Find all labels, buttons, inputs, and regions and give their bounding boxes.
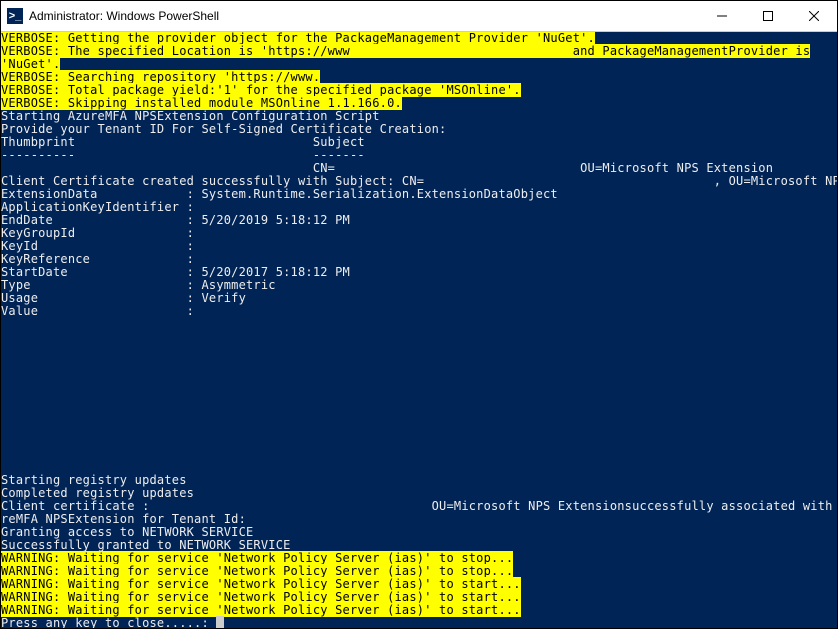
warning-line: WARNING: Waiting for service 'Network Po… bbox=[1, 603, 521, 617]
blank-line bbox=[1, 395, 8, 409]
blank-line bbox=[1, 434, 8, 448]
property-line: EndDate : 5/20/2019 5:18:12 PM bbox=[1, 213, 350, 227]
output-line: Thumbprint Subject bbox=[1, 135, 365, 149]
close-button[interactable] bbox=[791, 1, 837, 31]
blank-line bbox=[1, 421, 8, 435]
warning-line: WARNING: Waiting for service 'Network Po… bbox=[1, 577, 521, 591]
output-line: Client Certificate created successfully … bbox=[1, 174, 837, 188]
output-line: Client certificate : OU=Microsoft NPS Ex… bbox=[1, 499, 837, 513]
output-line: Starting registry updates bbox=[1, 473, 187, 487]
minimize-icon bbox=[717, 11, 727, 21]
blank-line bbox=[1, 317, 8, 331]
powershell-icon: >_ bbox=[7, 8, 23, 24]
output-line: CN= OU=Microsoft NPS Extension bbox=[1, 161, 773, 175]
property-line: Usage : Verify bbox=[1, 291, 246, 305]
output-line: Successfully granted to NETWORK SERVICE bbox=[1, 538, 291, 552]
verbose-line: VERBOSE: Total package yield:'1' for the… bbox=[1, 83, 521, 97]
blank-line bbox=[1, 447, 8, 461]
output-line: Starting AzureMFA NPSExtension Configura… bbox=[1, 109, 380, 123]
titlebar[interactable]: >_ Administrator: Windows PowerShell bbox=[1, 1, 837, 32]
verbose-line: 'NuGet'. bbox=[1, 57, 60, 71]
blank-line bbox=[1, 356, 8, 370]
warning-line: WARNING: Waiting for service 'Network Po… bbox=[1, 551, 513, 565]
verbose-line: VERBOSE: Skipping installed module MSOnl… bbox=[1, 96, 402, 110]
maximize-icon bbox=[763, 11, 773, 21]
warning-line: WARNING: Waiting for service 'Network Po… bbox=[1, 564, 513, 578]
property-line: KeyGroupId : bbox=[1, 226, 194, 240]
blank-line bbox=[1, 343, 8, 357]
window-title: Administrator: Windows PowerShell bbox=[29, 9, 219, 23]
output-line: Granting access to NETWORK SERVICE bbox=[1, 525, 253, 539]
cursor bbox=[216, 616, 223, 628]
warning-line: WARNING: Waiting for service 'Network Po… bbox=[1, 590, 521, 604]
blank-line bbox=[1, 408, 8, 422]
verbose-line: VERBOSE: Searching repository 'https://w… bbox=[1, 70, 320, 84]
window: >_ Administrator: Windows PowerShell VER… bbox=[0, 0, 838, 629]
output-line: Provide your Tenant ID For Self-Signed C… bbox=[1, 122, 446, 136]
property-line: Type : Asymmetric bbox=[1, 278, 276, 292]
blank-line bbox=[1, 382, 8, 396]
prompt-line: Press any key to close.....: bbox=[1, 616, 216, 628]
blank-line bbox=[1, 460, 8, 474]
output-line: reMFA NPSExtension for Tenant Id: bbox=[1, 512, 246, 526]
close-icon bbox=[809, 11, 819, 21]
property-line: KeyId : bbox=[1, 239, 194, 253]
property-line: KeyReference : bbox=[1, 252, 194, 266]
maximize-button[interactable] bbox=[745, 1, 791, 31]
property-line: StartDate : 5/20/2017 5:18:12 PM bbox=[1, 265, 350, 279]
blank-line bbox=[1, 330, 8, 344]
output-line: ---------- ------- bbox=[1, 148, 365, 162]
blank-line bbox=[1, 369, 8, 383]
minimize-button[interactable] bbox=[699, 1, 745, 31]
verbose-line: VERBOSE: The specified Location is 'http… bbox=[1, 44, 810, 58]
output-line: Completed registry updates bbox=[1, 486, 194, 500]
property-line: ApplicationKeyIdentifier : bbox=[1, 200, 194, 214]
property-line: ExtensionData : System.Runtime.Serializa… bbox=[1, 187, 558, 201]
console-output[interactable]: VERBOSE: Getting the provider object for… bbox=[1, 32, 837, 628]
property-line: Value : bbox=[1, 304, 194, 318]
